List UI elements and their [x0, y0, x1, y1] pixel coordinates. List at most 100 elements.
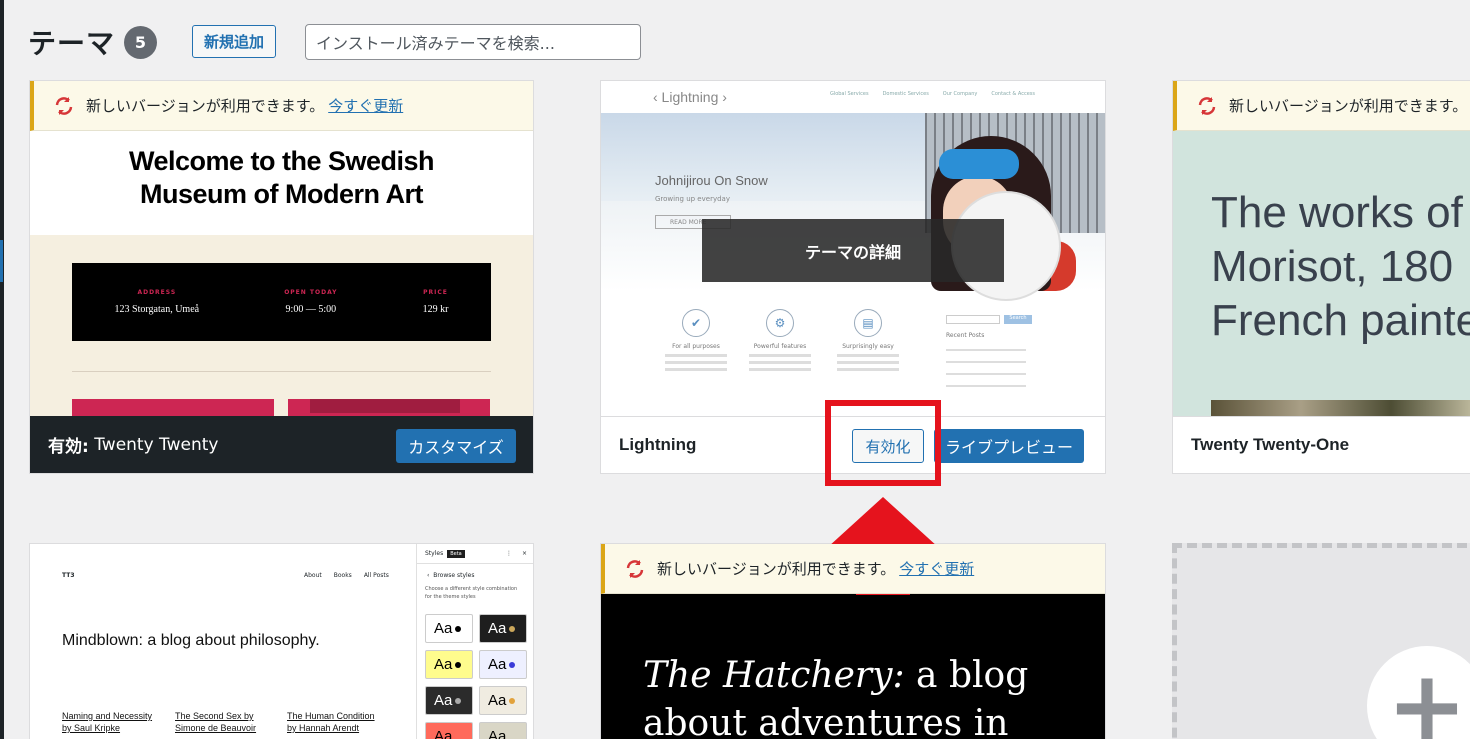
theme-name: Twenty Twenty — [94, 434, 219, 455]
hatchery-line1: The Hatchery: a blog — [643, 652, 1028, 700]
swatch-label: Aa — [488, 620, 507, 637]
tt3-nav-item: Books — [333, 572, 352, 579]
chevron-left-icon: ‹ — [427, 572, 430, 579]
tt3-styles-panel: Styles Beta ⋮ × ‹ Browse styles Choose a di… — [416, 544, 533, 739]
tt3-post: The Human Condition by Hannah Arendt — [287, 710, 375, 734]
update-now-link[interactable]: 今すぐ更新 — [328, 95, 403, 116]
live-preview-button[interactable]: ライブプレビュー — [934, 429, 1084, 463]
update-notice: 新しいバージョンが利用できます。 今すぐ更新 — [30, 81, 533, 131]
theme-name: Lightning — [619, 435, 697, 454]
swatch-label: Aa — [488, 728, 507, 739]
lt-feature-line — [837, 354, 899, 357]
lt-sidebar: Search Recent Posts — [946, 315, 1046, 387]
style-swatch: Aa — [425, 614, 473, 643]
theme-card-hatchery[interactable]: 新しいバージョンが利用できます。 今すぐ更新 The Hatchery: a bl… — [600, 543, 1106, 739]
lt-recent-line — [946, 385, 1026, 387]
swatch-dot — [509, 625, 516, 632]
t21-line: The works of — [1211, 188, 1463, 237]
tt3-post-line: Simone de Beauvoir — [175, 723, 257, 733]
page-title: テーマ — [28, 27, 116, 60]
tt3-post: Naming and Necessity by Saul Kripke — [62, 710, 152, 734]
swatch-label: Aa — [434, 656, 453, 673]
swatch-label: Aa — [434, 620, 453, 637]
update-icon — [626, 559, 644, 578]
tt-info-col: OPEN TODAY 9:00 — 5:00 — [284, 289, 337, 315]
active-label: 有効: — [48, 437, 89, 457]
theme-screenshot: Welcome to the Swedish Museum of Modern A… — [30, 131, 533, 416]
more-icon: ⋮ — [505, 550, 512, 557]
lt-feature-title: Surprisingly easy — [842, 343, 894, 350]
tt3-browse-label: Browse styles — [433, 572, 475, 579]
tt3-browse-styles: ‹ Browse styles — [417, 564, 533, 579]
lt-search-box — [946, 315, 1000, 324]
style-swatch: Aa — [425, 686, 473, 715]
style-swatch: Aa — [479, 650, 527, 679]
swatch-label: Aa — [434, 692, 453, 709]
update-notice: 新しいバージョンが利用できます。 今すぐ更新 — [601, 544, 1105, 594]
lt-feature-line — [749, 368, 811, 371]
hatchery-line2: about adventures in — [643, 703, 1009, 739]
lt-nav: Global Services Domestic Services Our Co… — [830, 91, 1035, 97]
hatchery-title-italic: The Hatchery: — [643, 655, 905, 696]
theme-search-input[interactable]: インストール済みテーマを検索... — [305, 24, 641, 60]
lt-search-button: Search — [1004, 315, 1032, 324]
lt-search-row: Search — [946, 315, 1046, 324]
tt-block — [310, 399, 460, 413]
lt-feature: ✔ For all purposes — [665, 309, 727, 371]
add-new-theme-card[interactable]: + — [1172, 543, 1470, 739]
theme-screenshot: ‹ Lightning › Global Services Domestic S… — [601, 81, 1105, 416]
tt-info-col: ADDRESS 123 Storgatan, Umeå — [115, 289, 200, 315]
lt-goggles — [939, 149, 1019, 179]
theme-details-overlay[interactable]: テーマの詳細 — [702, 219, 1004, 282]
hatchery-headline: The Hatchery: a blog about adventures in — [643, 652, 1028, 739]
swatch-dot — [509, 661, 516, 668]
tt-divider — [72, 371, 491, 372]
tt3-headline: Mindblown: a blog about philosophy. — [62, 632, 320, 649]
tt3-post-line: by Hannah Arendt — [287, 723, 360, 733]
update-icon — [1198, 96, 1216, 115]
lt-logo: ‹ Lightning › — [653, 89, 727, 105]
theme-card-twenty-twenty-three[interactable]: TT3 About Books All Posts Mindblown: a b… — [29, 543, 534, 739]
check-icon: ✔ — [682, 309, 710, 337]
tt-info-col: PRICE 129 kr — [423, 289, 449, 315]
tt3-post-line: by Saul Kripke — [62, 723, 121, 733]
tt3-panel-title: Styles — [425, 550, 444, 557]
tt3-post: The Second Sex by Simone de Beauvoir — [175, 710, 256, 734]
customize-button[interactable]: カスタマイズ — [396, 429, 516, 463]
style-swatch: Aa — [425, 722, 473, 739]
add-new-button[interactable]: 新規追加 — [192, 25, 276, 58]
tt3-post-line: The Second Sex by — [175, 711, 254, 721]
lt-nav-item: Global Services — [829, 91, 869, 97]
lt-nav-item: Domestic Services — [882, 91, 929, 97]
tt-title-line1: Welcome to the Swedish — [128, 146, 435, 176]
lt-feature-line — [749, 354, 811, 357]
admin-sidebar-marker — [0, 240, 3, 282]
lt-feature-line — [837, 368, 899, 371]
update-now-link[interactable]: 今すぐ更新 — [899, 558, 974, 579]
theme-screenshot: The works of Morisot, 180 French painte — [1173, 131, 1470, 416]
lt-feature-line — [837, 361, 899, 364]
tt-title: Welcome to the Swedish Museum of Modern A… — [30, 145, 533, 211]
update-notice-text: 新しいバージョンが利用できます。 — [86, 97, 325, 115]
document-icon: ▤ — [854, 309, 882, 337]
tt3-nav-item: About — [304, 572, 322, 579]
tt-info-value: 129 kr — [422, 304, 449, 315]
swatch-dot — [455, 661, 462, 668]
tt3-beta-badge: Beta — [447, 549, 465, 558]
lt-recent-line — [946, 373, 1026, 375]
style-swatch: Aa — [479, 614, 527, 643]
plus-icon: + — [1386, 650, 1468, 739]
admin-sidebar-edge — [0, 0, 4, 739]
tt3-logo: TT3 — [62, 572, 75, 579]
tt-title-line2: Museum of Modern Art — [140, 179, 424, 209]
swatch-dot — [509, 697, 516, 704]
t21-line: French painte — [1211, 296, 1470, 345]
tt-info-bar: ADDRESS 123 Storgatan, Umeå OPEN TODAY 9:0… — [72, 263, 491, 341]
theme-card-twenty-twenty-one[interactable]: 新しいバージョンが利用できます。 The works of Morisot, 1… — [1172, 80, 1470, 474]
lt-recent-line — [946, 349, 1026, 351]
theme-screenshot: TT3 About Books All Posts Mindblown: a b… — [30, 544, 416, 739]
theme-card-twenty-twenty[interactable]: 新しいバージョンが利用できます。 今すぐ更新 Welcome to the Swe… — [29, 80, 534, 474]
lt-hero-sub: Growing up everyday — [655, 195, 730, 203]
tt-info-label: PRICE — [423, 289, 448, 296]
theme-footer: Twenty Twenty-One — [1173, 416, 1470, 473]
